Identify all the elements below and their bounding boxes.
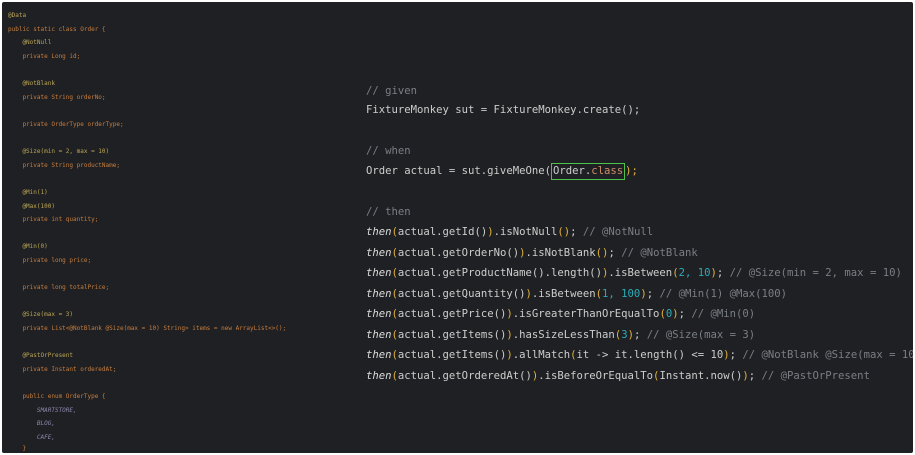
assertion-line: then(actual.getProductName().length()).i… xyxy=(366,267,902,279)
then-call: then xyxy=(366,370,392,382)
assertion-line: then(actual.getPrice()).isGreaterThanOrE… xyxy=(366,308,756,320)
assertion-line: then(actual.getQuantity()).isBetween(1, … xyxy=(366,288,788,300)
assert-method: .isGreaterThanOrEqualTo xyxy=(512,308,660,320)
assert-args: it -> it.length() <= 10 xyxy=(576,349,724,361)
assert-method: .isBetween xyxy=(608,267,673,279)
assertion-line: then(actual.getId()).isNotNull(); // @No… xyxy=(366,226,654,238)
assert-method: .isBeforeOrEqualTo xyxy=(538,370,654,382)
assert-method: .hasSizeLessThan xyxy=(512,329,615,341)
assertion-comment: // @NotBlank xyxy=(621,247,698,259)
actual-expression: actual.getId() xyxy=(397,226,488,238)
assert-method: .isNotBlank xyxy=(525,247,596,259)
assertion-comment: // @Size(min = 2, max = 10) xyxy=(729,267,902,279)
given-comment: // given xyxy=(366,85,418,97)
assert-method: .isBetween xyxy=(531,288,596,300)
then-comment: // then xyxy=(366,206,411,218)
actual-expression: actual.getOrderNo() xyxy=(397,247,520,259)
assert-args: Instant.now() xyxy=(659,370,743,382)
assertion-comment: // @Size(max = 3) xyxy=(646,329,756,341)
test-code: // given FixtureMonkey sut = FixtureMonk… xyxy=(2,2,913,453)
highlight-box: Order.class xyxy=(550,163,626,180)
assert-method: .isNotNull xyxy=(493,226,558,238)
actual-expression: actual.getProductName().length() xyxy=(397,267,603,279)
assertion-comment: // @NotNull xyxy=(582,226,654,238)
assertion-line: then(actual.getItems()).allMatch(it -> i… xyxy=(366,349,913,361)
assertion-line: then(actual.getOrderNo()).isNotBlank(); … xyxy=(366,247,698,259)
assert-args: 1, 100 xyxy=(602,288,641,300)
actual-expression: actual.getQuantity() xyxy=(397,288,526,300)
then-call: then xyxy=(366,226,392,238)
then-call: then xyxy=(366,308,392,320)
actual-expression: actual.getItems() xyxy=(397,329,507,341)
given-statement: FixtureMonkey sut = FixtureMonkey.create… xyxy=(366,104,641,116)
then-call: then xyxy=(366,349,392,361)
assert-method: .allMatch xyxy=(512,349,571,361)
when-comment: // when xyxy=(366,145,411,157)
assertion-line: then(actual.getOrderedAt()).isBeforeOrEq… xyxy=(366,370,870,382)
then-call: then xyxy=(366,329,392,341)
then-call: then xyxy=(366,247,392,259)
then-call: then xyxy=(366,267,392,279)
assertion-line: then(actual.getItems()).hasSizeLessThan(… xyxy=(366,329,756,341)
then-call: then xyxy=(366,288,392,300)
code-screenshot: @Data public static class Order { @NotNu… xyxy=(2,2,913,453)
when-suffix: ); xyxy=(625,165,638,177)
actual-expression: actual.getItems() xyxy=(397,349,507,361)
order-class-ref: Order xyxy=(552,165,585,177)
when-prefix: Order actual = sut.giveMeOne( xyxy=(366,165,551,177)
assertion-comment: // @NotBlank @Size(max = 10) xyxy=(742,349,913,361)
actual-expression: actual.getPrice() xyxy=(397,308,507,320)
assertion-comment: // @Min(0) xyxy=(691,308,756,320)
assertion-comment: // @Min(1) @Max(100) xyxy=(659,288,788,300)
actual-expression: actual.getOrderedAt() xyxy=(397,370,532,382)
when-statement: Order actual = sut.giveMeOne(Order.class… xyxy=(366,163,638,180)
assertion-comment: // @PastOrPresent xyxy=(761,370,870,382)
class-keyword: class xyxy=(591,165,624,177)
assert-args: 2, 10 xyxy=(678,267,711,279)
